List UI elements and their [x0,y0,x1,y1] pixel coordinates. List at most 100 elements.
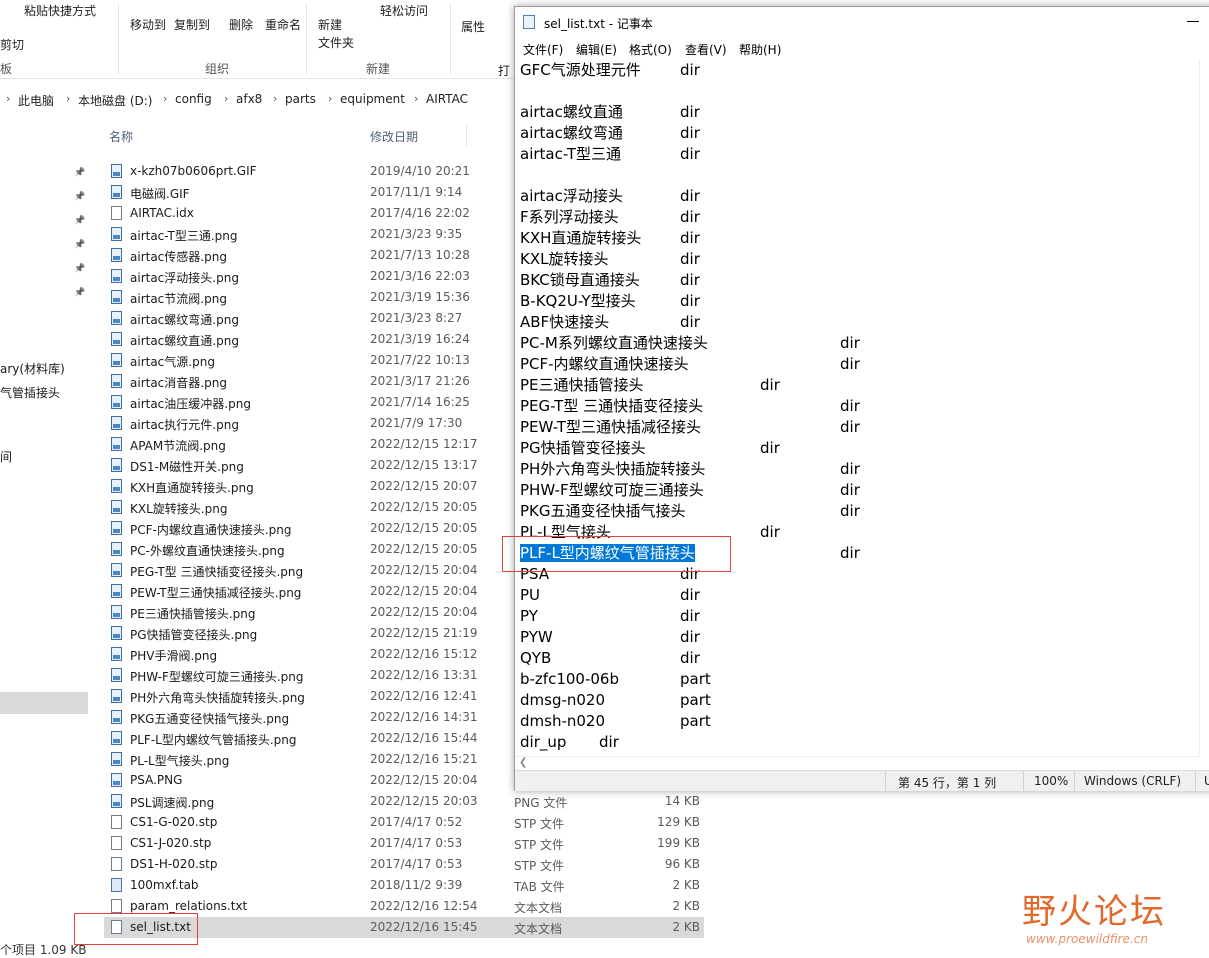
menu-item[interactable]: 文件(F) [523,41,563,58]
properties-button[interactable]: 属性 [461,18,485,35]
scroll-left-arrow-icon[interactable]: ❮ [519,757,527,768]
breadcrumb-chevron-icon[interactable]: › [273,92,277,105]
breadcrumb-chevron-icon[interactable]: › [66,92,70,105]
breadcrumb-item[interactable]: afx8 [236,92,262,106]
minimize-icon[interactable] [1187,21,1199,22]
line-type: dir [680,586,700,604]
delete-button[interactable]: 删除 [229,16,253,33]
file-name: PEW-T型三通快插减径接头.png [130,586,302,600]
line-name: PEW-T型三通快插减径接头 [520,418,701,436]
file-row[interactable]: DS1-H-020.stp 2017/4/17 0:53 STP 文件 96 KB [104,854,704,875]
nav-item[interactable]: ary(材料库) [0,360,65,377]
file-name: PKG五通变径快插气接头.png [130,712,290,726]
file-date: 2022/12/15 20:04 [370,584,478,598]
line-type: dir [840,460,860,478]
pin-icon[interactable]: 📌 [74,216,85,226]
text-line: PY [520,606,538,627]
image-file-icon [111,290,122,304]
vertical-scrollbar[interactable] [1199,59,1209,756]
nav-item[interactable]: 气管插接头 [0,384,60,401]
address-bar[interactable]: › 此电脑 › 本地磁盘 (D:) › config › afx8 › parts › equipme… [0,88,515,112]
breadcrumb-item[interactable]: config [175,92,212,106]
breadcrumb-chevron-icon[interactable]: › [163,92,167,105]
image-file-icon [111,647,122,661]
easy-access-button[interactable]: 轻松访问 [380,2,428,19]
image-file-icon [111,458,122,472]
file-row[interactable]: 100mxf.tab 2018/11/2 9:39 TAB 文件 2 KB [104,875,704,896]
text-line: B-KQ2U-Y型接头 [520,291,636,312]
file-date: 2022/12/16 15:12 [370,647,478,661]
file-size: 2 KB [672,920,700,934]
pin-icon[interactable]: 📌 [74,288,85,298]
file-row[interactable]: PSL调速阀.png 2022/12/15 20:03 PNG 文件 14 KB [104,791,704,812]
line-type: dir [680,250,700,268]
file-name: PLF-L型内螺纹气管插接头.png [130,733,297,747]
breadcrumb-item[interactable]: parts [285,92,316,106]
copy-to-button[interactable]: 复制到 [174,16,210,33]
file-size: 2 KB [672,899,700,913]
new-folder-button-line2[interactable]: 文件夹 [318,34,354,51]
pin-icon[interactable]: 📌 [74,240,85,250]
text-line: PYW [520,627,553,648]
menu-item[interactable]: 编辑(E) [576,41,617,58]
text-line: PEG-T型 三通快插变径接头 [520,396,703,417]
line-type: dir [680,607,700,625]
file-date: 2018/11/2 9:39 [370,878,463,892]
file-name: KXL旋转接头.png [130,502,228,516]
file-type: 文本文档 [514,901,563,915]
line-name: dmsh-n020 [520,712,606,730]
breadcrumb-chevron-icon[interactable]: › [328,92,332,105]
file-size: 129 KB [657,815,700,829]
open-button[interactable]: 打 [498,62,510,79]
text-line: ABF快速接头 [520,312,609,333]
line-name: PU [520,586,541,604]
horizontal-scrollbar[interactable]: ❮ [515,756,1199,771]
file-row[interactable]: CS1-J-020.stp 2017/4/17 0:53 STP 文件 199 KB [104,833,704,854]
line-name: b-zfc100-06b [520,670,619,688]
text-line: KXH直通旋转接头 [520,228,641,249]
breadcrumb-chevron-icon[interactable]: › [6,92,10,105]
text-line: dir_up [520,732,566,753]
file-name: x-kzh07b0606prt.GIF [130,164,257,178]
line-name: dir_up [520,733,567,751]
file-name: PC-外螺纹直通快速接头.png [130,544,285,558]
breadcrumb-item[interactable]: AIRTAC [426,92,468,106]
rename-button[interactable]: 重命名 [265,16,301,33]
breadcrumb-item[interactable]: 此电脑 [18,92,54,109]
file-date: 2022/12/16 15:21 [370,752,478,766]
pin-icon[interactable]: 📌 [74,192,85,202]
text-line: airtac-T型三通 [520,144,621,165]
new-folder-button[interactable]: 新建 [318,16,342,33]
file-name: PHW-F型螺纹可旋三通接头.png [130,670,304,684]
file-date: 2022/12/15 13:17 [370,458,478,472]
menu-item[interactable]: 查看(V) [685,41,727,58]
image-file-icon [111,521,122,535]
breadcrumb-item[interactable]: 本地磁盘 (D:) [78,92,152,109]
image-file-icon [111,437,122,451]
paste-shortcut-button[interactable]: 粘贴快捷方式 [24,2,96,19]
status-divider [1074,771,1075,791]
pin-icon[interactable]: 📌 [74,168,85,178]
file-name: airtac执行元件.png [130,418,239,432]
nav-selected-item[interactable] [0,692,88,714]
file-name: KXH直通旋转接头.png [130,481,254,495]
move-to-button[interactable]: 移动到 [130,16,166,33]
text-file-icon [111,857,122,871]
ribbon-divider [450,4,451,74]
file-date: 2021/3/23 9:35 [370,227,463,241]
line-name: B-KQ2U-Y型接头 [520,292,636,310]
image-file-icon [111,332,122,346]
notepad-title-bar[interactable]: sel_list.txt - 记事本 [515,7,1209,37]
pin-icon[interactable]: 📌 [74,264,85,274]
file-row[interactable]: CS1-G-020.stp 2017/4/17 0:52 STP 文件 129 KB [104,812,704,833]
cut-button[interactable]: 剪切 [0,36,24,53]
tab-file-icon [111,878,122,892]
notepad-icon [523,15,535,29]
breadcrumb-item[interactable]: equipment [340,92,405,106]
breadcrumb-chevron-icon[interactable]: › [224,92,228,105]
nav-item[interactable]: 间 [0,448,12,465]
menu-item[interactable]: 格式(O) [629,41,672,58]
menu-item[interactable]: 帮助(H) [739,41,781,58]
breadcrumb-chevron-icon[interactable]: › [414,92,418,105]
notepad-text-area[interactable]: GFC气源处理元件 dir airtac螺纹直通 dir airtac螺纹弯通 dir ai… [515,59,1199,756]
